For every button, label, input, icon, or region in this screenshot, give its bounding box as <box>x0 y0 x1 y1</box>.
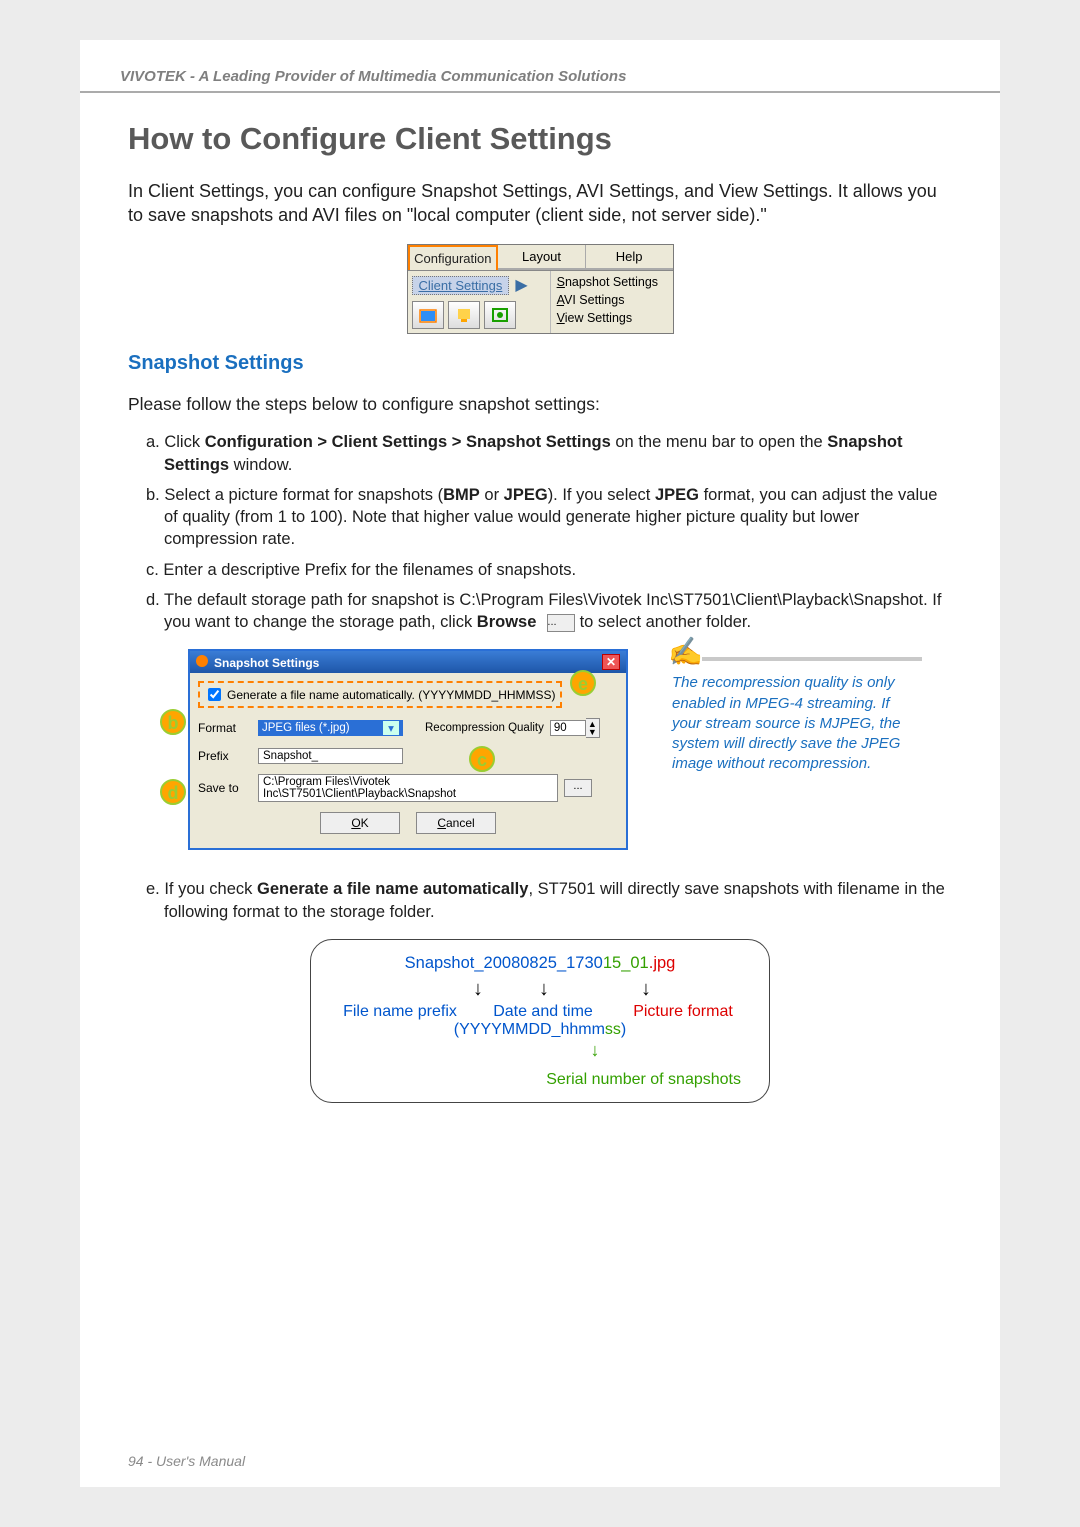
tab-configuration[interactable]: Configuration <box>408 245 499 270</box>
format-label: Format <box>198 721 258 735</box>
step-c: c. Enter a descriptive Prefix for the fi… <box>146 559 952 581</box>
toolbar-icon-2[interactable] <box>448 301 480 329</box>
format-select[interactable]: JPEG files (*.jpg)▾ <box>258 720 403 736</box>
prefix-input[interactable]: Snapshot_ <box>258 748 403 764</box>
recompression-quality-label: Recompression Quality <box>425 722 544 734</box>
toolbar-icon-1[interactable] <box>412 301 444 329</box>
chevron-down-icon: ▾ <box>383 721 399 735</box>
tip-divider <box>702 657 922 661</box>
submenu-view-settings[interactable]: View Settings <box>557 311 667 325</box>
generate-filename-checkbox[interactable] <box>208 688 221 701</box>
label-file-name-prefix: File name prefix <box>336 1001 464 1023</box>
dialog-title-text: Snapshot Settings <box>196 655 319 670</box>
filename-sample: Snapshot_20080825_173015_01.jpg <box>327 952 753 975</box>
recompression-quality-input[interactable]: 90 <box>550 720 586 736</box>
step-d: d. The default storage path for snapshot… <box>146 589 952 634</box>
menu-screenshot: Configuration Layout Help Client Setting… <box>407 244 674 334</box>
menu-client-settings[interactable]: Client Settings <box>412 276 510 295</box>
page-footer: 94 - User's Manual <box>128 1453 245 1469</box>
page-title: How to Configure Client Settings <box>128 121 952 157</box>
intro-paragraph: In Client Settings, you can configure Sn… <box>128 179 952 228</box>
dialog-close-button[interactable]: ✕ <box>602 654 620 670</box>
submenu-snapshot-settings[interactable]: Snapshot Settings <box>557 275 667 289</box>
label-picture-format: Picture format <box>622 1001 744 1023</box>
saveto-label: Save to <box>198 781 258 795</box>
note-icon: ✍ <box>668 635 703 668</box>
tip-text: The recompression quality is only enable… <box>672 673 922 774</box>
submenu-arrow-icon: ▶ <box>515 275 527 295</box>
step-b: b. Select a picture format for snapshots… <box>146 484 952 551</box>
arrow-down-icon: ↓ <box>591 1040 600 1060</box>
callout-marker-d: d <box>160 779 186 805</box>
brand-line: VIVOTEK - A Leading Provider of Multimed… <box>80 68 1000 85</box>
quality-spinner[interactable]: ▲▼ <box>586 718 600 738</box>
inline-browse-icon: ... <box>547 614 575 632</box>
label-serial-number: Serial number of snapshots <box>546 1071 741 1088</box>
submenu-avi-settings[interactable]: AVI Settings <box>557 293 667 307</box>
document-header: VIVOTEK - A Leading Provider of Multimed… <box>80 40 1000 93</box>
snapshot-settings-dialog: Snapshot Settings ✕ Generate a file name… <box>188 649 628 850</box>
section-heading-snapshot-settings: Snapshot Settings <box>128 352 952 375</box>
ok-button[interactable]: OK <box>320 812 400 834</box>
tab-help[interactable]: Help <box>586 245 673 270</box>
callout-marker-b: b <box>160 709 186 735</box>
cancel-button[interactable]: Cancel <box>416 812 496 834</box>
saveto-input[interactable]: C:\Program Files\Vivotek Inc\ST7501\Clie… <box>258 774 558 802</box>
toolbar-icon-3[interactable] <box>484 301 516 329</box>
step-a: a. Click Configuration > Client Settings… <box>146 431 952 476</box>
filename-format-figure: Snapshot_20080825_173015_01.jpg ↓↓↓ File… <box>310 939 770 1103</box>
browse-button[interactable]: ... <box>564 779 592 797</box>
generate-filename-label: Generate a file name automatically. (YYY… <box>227 688 556 702</box>
step-e: e. If you check Generate a file name aut… <box>146 878 952 923</box>
filename-arrows-row: ↓↓↓ <box>327 975 753 1003</box>
section-intro: Please follow the steps below to configu… <box>128 393 952 416</box>
tab-layout[interactable]: Layout <box>498 245 586 270</box>
prefix-label: Prefix <box>198 749 258 763</box>
